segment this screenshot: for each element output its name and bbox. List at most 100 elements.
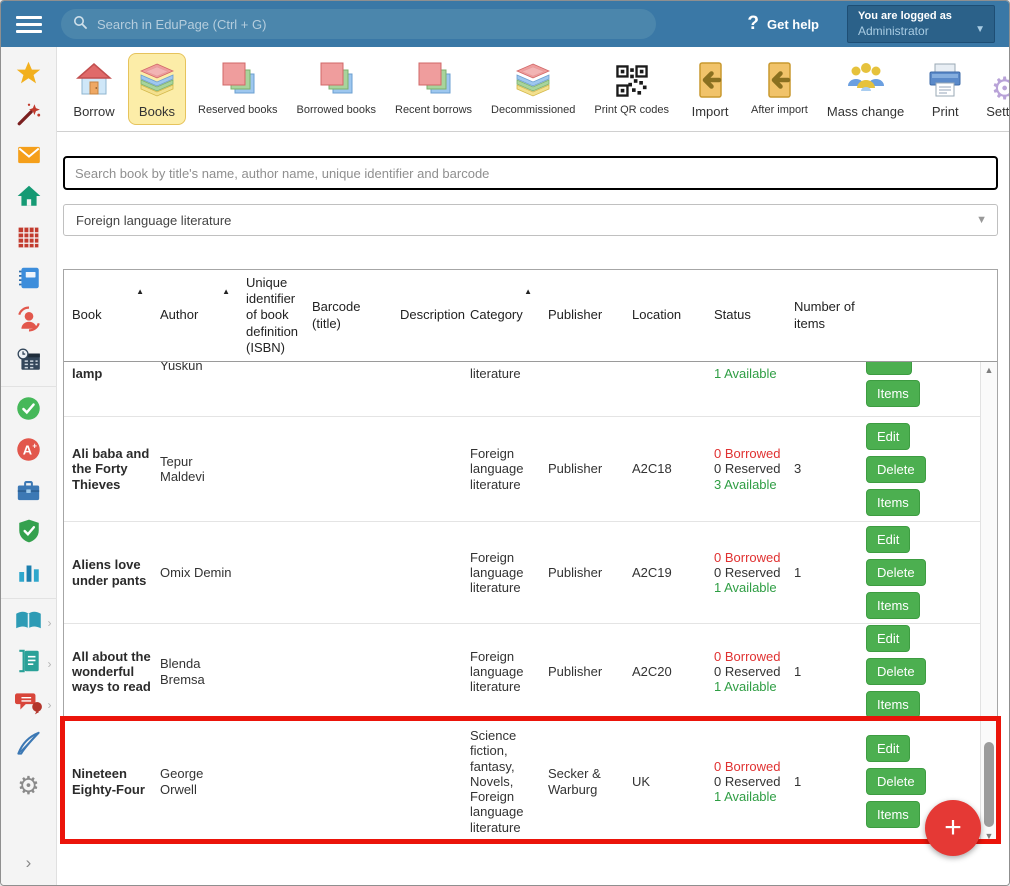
items-button[interactable]: Items: [866, 691, 920, 718]
item-count-cell: 1: [786, 624, 858, 719]
get-help-button[interactable]: ? Get help: [747, 13, 819, 35]
edit-button[interactable]: Edit: [866, 625, 910, 652]
book-search-input[interactable]: [63, 156, 998, 190]
toolbar-item-books[interactable]: Books: [128, 53, 186, 125]
column-header-barcode-title[interactable]: Barcode (title): [304, 270, 392, 361]
sort-asc-icon: ▲: [136, 287, 144, 297]
delete-button[interactable]: Delete: [866, 658, 926, 685]
delete-button[interactable]: Delete: [866, 768, 926, 795]
toolbar-item-reserved-books[interactable]: Reserved books: [191, 53, 285, 122]
toolbar-item-label: Decommissioned: [491, 104, 575, 116]
column-header-description[interactable]: Description: [392, 270, 462, 361]
column-header-publisher[interactable]: Publisher: [540, 270, 624, 361]
isbn-cell: [238, 624, 304, 719]
delete-button[interactable]: Delete: [866, 456, 926, 483]
toolbar-item-recent-borrows[interactable]: Recent borrows: [388, 53, 479, 122]
toolbar-item-after-import[interactable]: After import: [744, 53, 815, 122]
toolbar-item-label: Books: [139, 104, 175, 119]
sidebar-item-agenda-briefcase[interactable]: [1, 472, 57, 513]
toolbar-item-mass-change[interactable]: Mass change: [820, 53, 911, 125]
logged-in-user-dropdown[interactable]: You are logged as Administrator ▼: [847, 5, 995, 43]
timetable-icon: [16, 225, 41, 255]
column-header-book[interactable]: Book▲: [64, 270, 152, 361]
settings-gear-icon: ⚙: [17, 774, 39, 799]
items-button[interactable]: Items: [866, 489, 920, 516]
items-button[interactable]: Items: [866, 592, 920, 619]
column-header-status[interactable]: Status: [706, 270, 786, 361]
communication-icon: [15, 689, 43, 720]
sidebar-item-star[interactable]: [1, 55, 57, 96]
edit-button[interactable]: Edit: [866, 423, 910, 450]
toolbar-item-print-qr-codes[interactable]: Print QR codes: [587, 53, 676, 122]
add-book-button[interactable]: +: [925, 800, 981, 856]
toolbar-item-settings[interactable]: ⚙⚙Settings: [979, 53, 1010, 125]
sidebar-item-admin-shield[interactable]: [1, 513, 57, 554]
status-reserved: 0 Reserved: [714, 461, 780, 476]
toolbar-item-borrow[interactable]: Borrow: [65, 53, 123, 125]
star-icon: [15, 60, 42, 92]
category-cell: literature: [462, 362, 540, 416]
hamburger-menu-icon[interactable]: [16, 12, 42, 37]
sidebar-item-magic-wand[interactable]: [1, 96, 57, 137]
home-icon: [16, 183, 42, 214]
items-button[interactable]: Items: [866, 380, 920, 407]
sidebar-item-attendance-check[interactable]: [1, 390, 57, 431]
agenda-briefcase-icon: [15, 477, 42, 509]
sidebar-item-grades[interactable]: A+: [1, 431, 57, 472]
scroll-up-icon[interactable]: ▲: [981, 365, 997, 375]
author-cell: Tepur Maldevi: [152, 417, 238, 521]
scrollbar-thumb[interactable]: [984, 742, 994, 827]
scroll-down-icon[interactable]: ▼: [981, 831, 997, 841]
column-header-unique-identifier-of-book-definition-isbn[interactable]: Unique identifier of book definition (IS…: [238, 270, 304, 361]
sidebar-divider: [1, 386, 57, 387]
column-header-author[interactable]: Author▲: [152, 270, 238, 361]
library-toolbar: Borrow Books Reserved books Borrowed books R…: [57, 47, 1009, 132]
sidebar-item-settings-gear[interactable]: ⚙: [1, 766, 57, 807]
calendar-clock-icon: [16, 347, 42, 378]
toolbar-item-label: Print QR codes: [594, 104, 669, 116]
question-mark-icon: ?: [747, 13, 759, 35]
delete-button[interactable]: Delete: [866, 559, 926, 586]
sidebar-item-calendar-clock[interactable]: [1, 342, 57, 383]
column-header-number-of-items[interactable]: Number of items: [786, 270, 858, 361]
toolbar-item-borrowed-books[interactable]: Borrowed books: [290, 53, 384, 122]
sidebar-item-notebook[interactable]: [1, 260, 57, 301]
sort-asc-icon: ▲: [524, 287, 532, 297]
sidebar-item-timetable[interactable]: [1, 219, 57, 260]
author-cell: George Orwell: [152, 720, 238, 843]
book-cell: All about the wonderful ways to read: [64, 624, 152, 719]
sidebar-item-results-chart[interactable]: [1, 554, 57, 595]
isbn-cell: [238, 362, 304, 416]
column-header-location[interactable]: Location: [624, 270, 706, 361]
clipped-button[interactable]: [866, 362, 912, 375]
sidebar-item-mail[interactable]: [1, 137, 57, 178]
get-help-label: Get help: [767, 17, 819, 32]
global-search-input[interactable]: [95, 16, 644, 33]
mail-icon: [16, 142, 42, 173]
expand-chevron-icon[interactable]: ›: [26, 853, 32, 873]
sidebar-item-home[interactable]: [1, 178, 57, 219]
sidebar-item-substitution-person[interactable]: [1, 301, 57, 342]
toolbar-item-decommissioned[interactable]: Decommissioned: [484, 53, 582, 122]
toolbar-item-import[interactable]: Import: [681, 53, 739, 125]
house-icon: [72, 57, 116, 104]
toolbar-item-print[interactable]: Print: [916, 53, 974, 125]
edit-button[interactable]: Edit: [866, 526, 910, 553]
global-search[interactable]: [61, 9, 656, 39]
status-available: 3 Available: [714, 477, 780, 492]
column-header-category[interactable]: Category▲: [462, 270, 540, 361]
toolbar-item-label: Borrowed books: [297, 104, 377, 116]
vertical-scrollbar[interactable]: ▲ ▼: [980, 362, 997, 843]
edit-button[interactable]: Edit: [866, 735, 910, 762]
table-row: lampYuskunliterature1 AvailableItems: [64, 362, 980, 417]
category-filter-select[interactable]: Foreign language literature ▼: [63, 204, 998, 236]
author-cell: Blenda Bremsa: [152, 624, 238, 719]
sidebar-item-communication[interactable]: ›: [1, 684, 57, 725]
actions-cell: Edit Delete Items: [858, 417, 980, 521]
chevron-right-icon: ›: [48, 657, 52, 671]
sidebar-item-creative-pen[interactable]: [1, 725, 57, 766]
sidebar-item-library[interactable]: ›: [1, 602, 57, 643]
items-button[interactable]: Items: [866, 801, 920, 828]
barcode-cell: [304, 417, 392, 521]
sidebar-item-documents[interactable]: ›: [1, 643, 57, 684]
